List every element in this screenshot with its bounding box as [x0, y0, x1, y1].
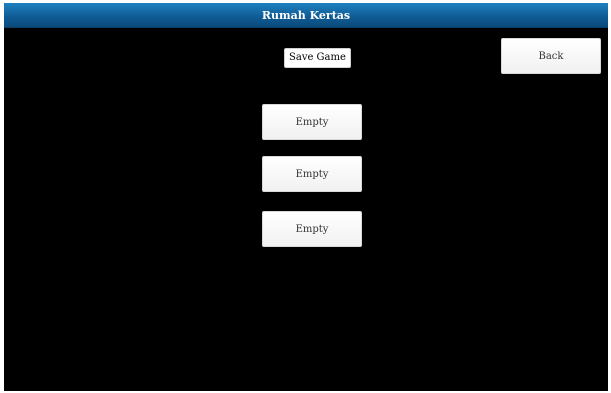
game-window: Rumah Kertas Save Game Back Empty Empty … — [4, 3, 608, 391]
save-slot-1-button[interactable]: Empty — [262, 104, 362, 140]
save-slot-3-button[interactable]: Empty — [262, 211, 362, 247]
save-game-heading: Save Game — [284, 48, 351, 68]
title-bar: Rumah Kertas — [4, 3, 608, 28]
window-title: Rumah Kertas — [261, 8, 351, 22]
save-slot-2-button[interactable]: Empty — [262, 156, 362, 192]
back-button[interactable]: Back — [501, 38, 601, 74]
